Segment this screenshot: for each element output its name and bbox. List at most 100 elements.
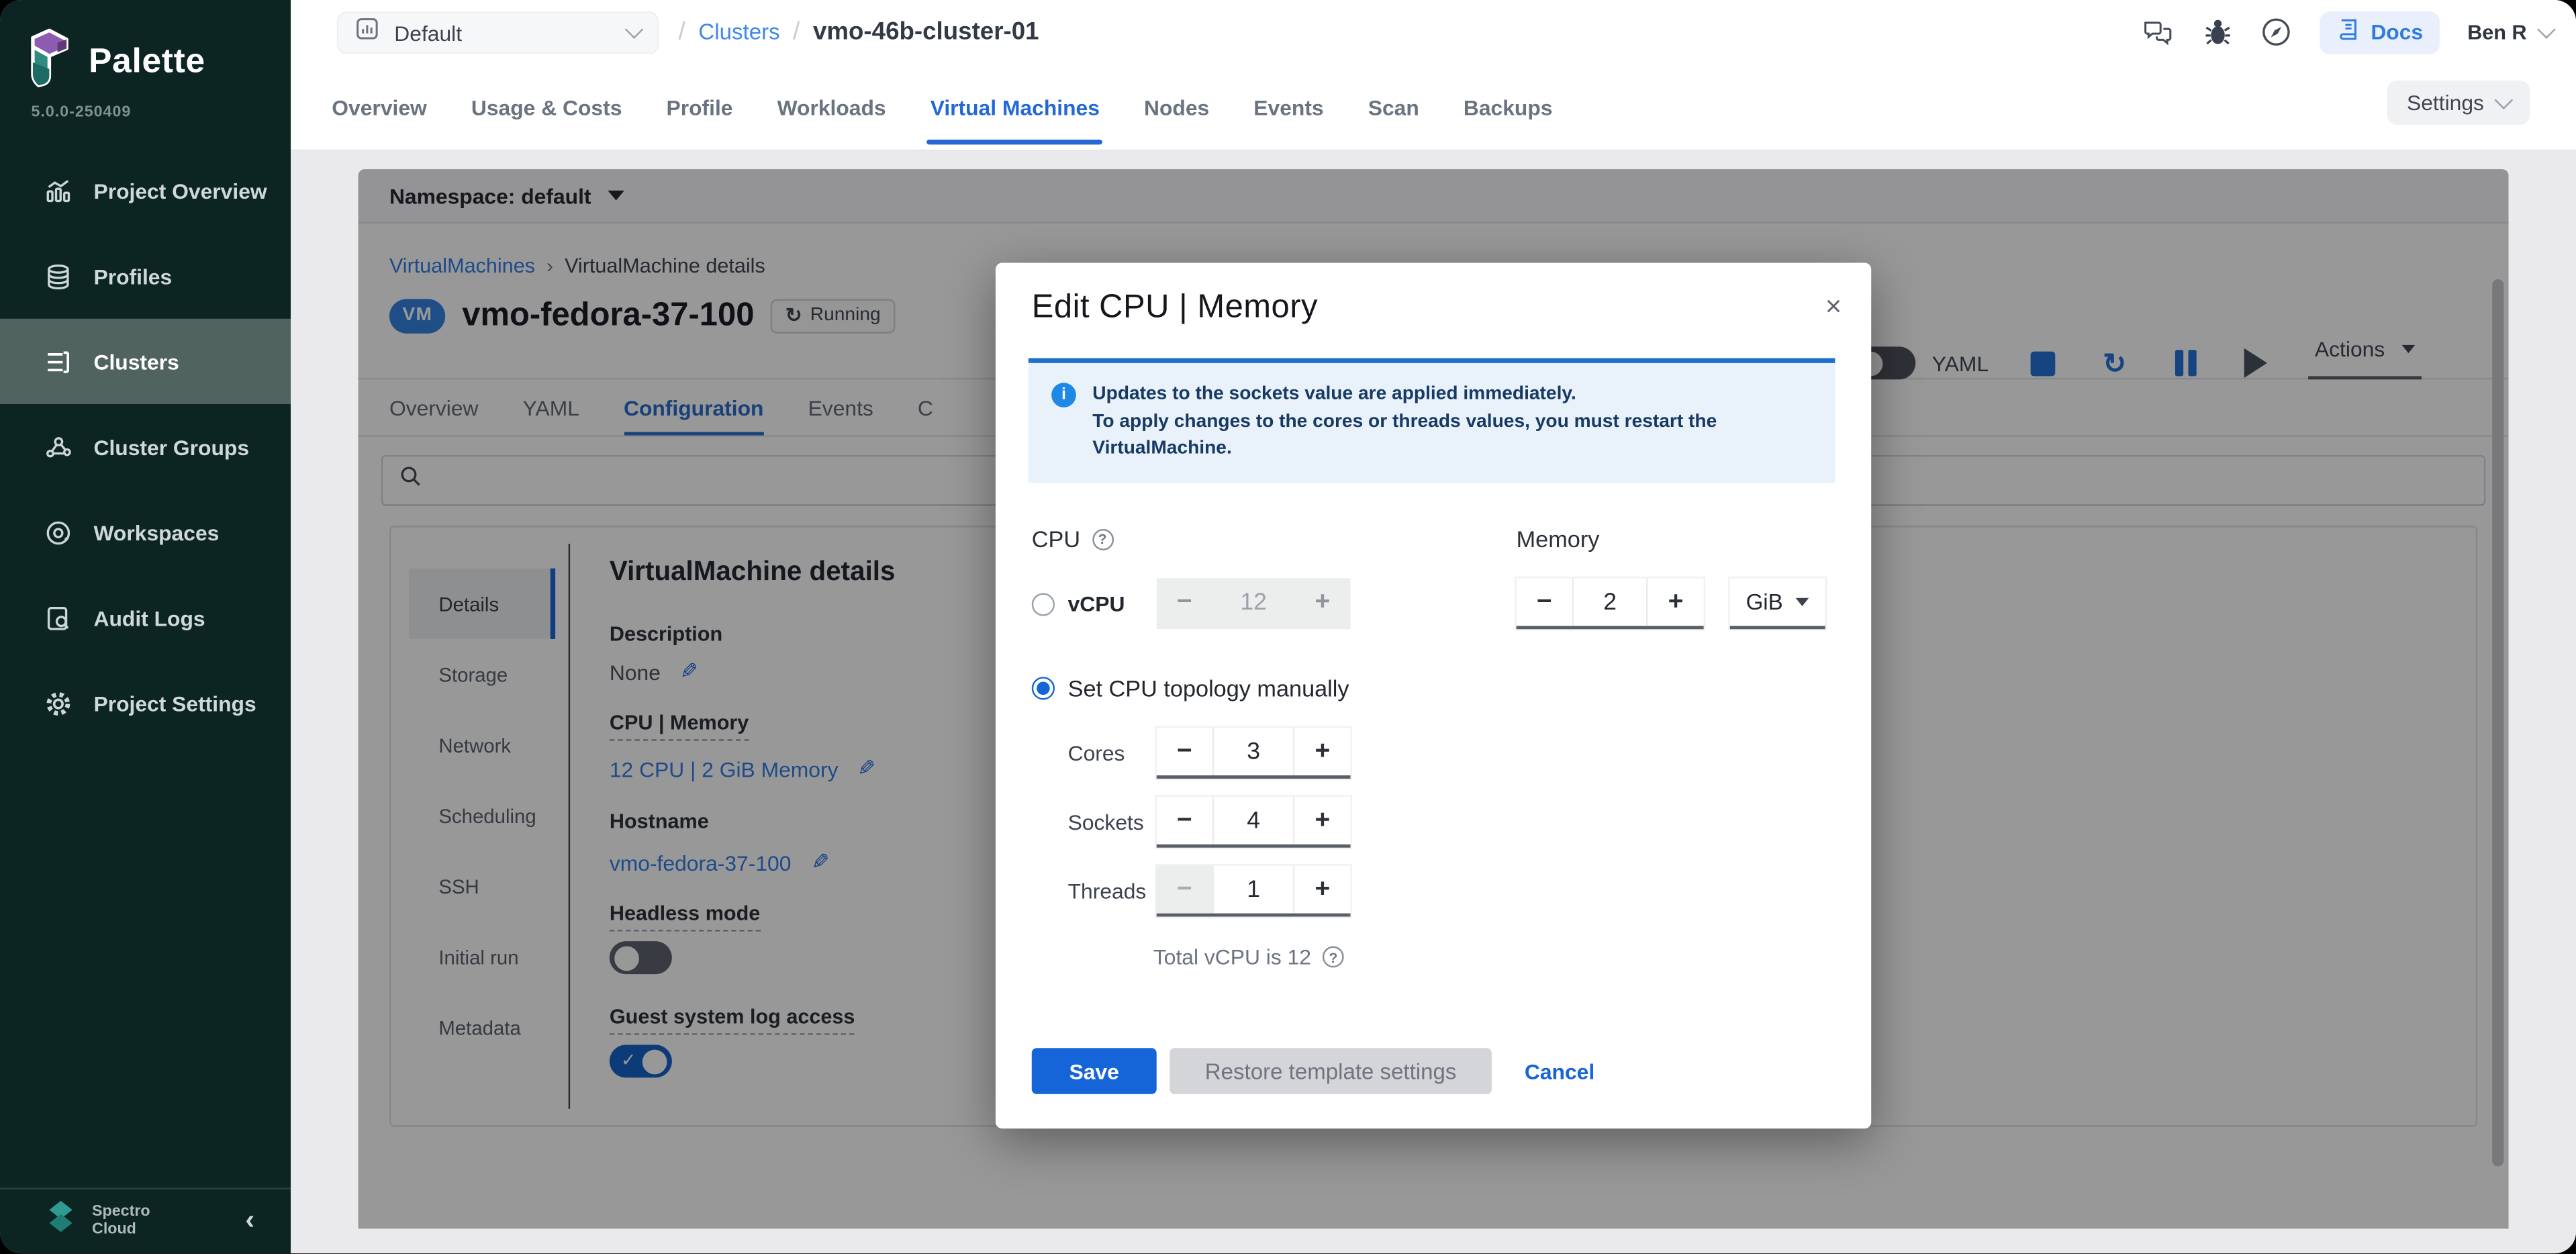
sidebar-item-cluster-groups[interactable]: Cluster Groups [0, 404, 291, 489]
memory-increment-button[interactable]: + [1648, 578, 1703, 626]
virtualmachines-link[interactable]: VirtualMachines [389, 254, 535, 277]
breadcrumb-clusters-link[interactable]: Clusters [698, 19, 779, 44]
tab-backups[interactable]: Backups [1464, 64, 1553, 149]
restore-template-button[interactable]: Restore template settings [1170, 1048, 1492, 1094]
card-scrollbar[interactable] [2492, 279, 2503, 1166]
stop-vm-icon[interactable] [2031, 350, 2056, 375]
cluster-groups-icon [44, 433, 73, 461]
sidebar: Palette 5.0.0-250409 Project Overview [0, 0, 291, 1254]
sidebar-collapse-icon[interactable]: ‹ [245, 1205, 254, 1238]
play-vm-icon[interactable] [2244, 348, 2267, 378]
namespace-selector[interactable]: Namespace: default [358, 169, 2508, 224]
search-icon [399, 465, 422, 496]
vm-badge: VM [389, 298, 446, 332]
description-label: Description [610, 622, 722, 645]
sockets-increment-button[interactable]: + [1294, 797, 1350, 845]
edit-cpu-memory-icon[interactable]: ✎ [858, 756, 876, 782]
sidebar-item-project-settings[interactable]: Project Settings [0, 661, 291, 746]
bug-report-icon[interactable] [2201, 16, 2232, 47]
restart-vm-icon[interactable]: ↻ [2103, 350, 2126, 375]
cpu-memory-value[interactable]: 12 CPU | 2 GiB Memory ✎ [610, 756, 876, 782]
vm-tab-configuration[interactable]: Configuration [624, 379, 764, 435]
settings-button[interactable]: Settings [2387, 81, 2530, 125]
cores-stepper: − 3 + [1157, 728, 1351, 779]
vcpu-decrement-button[interactable]: − [1157, 578, 1212, 626]
sidebar-nav: Project Overview Profiles Clusters [0, 148, 291, 746]
config-nav-initial-run[interactable]: Initial run [409, 922, 555, 992]
cores-decrement-button[interactable]: − [1157, 728, 1212, 775]
sidebar-item-profiles[interactable]: Profiles [0, 233, 291, 318]
content-area: Namespace: default VirtualMachines › Vir… [291, 151, 2576, 1254]
tab-workloads[interactable]: Workloads [777, 64, 886, 149]
tab-events[interactable]: Events [1253, 64, 1323, 149]
config-nav-metadata[interactable]: Metadata [409, 992, 555, 1063]
version-label: 5.0.0-250409 [31, 103, 131, 122]
config-nav-network[interactable]: Network [409, 710, 555, 780]
guest-log-toggle[interactable]: ✓ [610, 1045, 672, 1077]
tab-scan[interactable]: Scan [1368, 64, 1419, 149]
close-icon[interactable]: × [1825, 293, 1842, 321]
edit-description-icon[interactable]: ✎ [680, 659, 698, 685]
sidebar-item-label: Profiles [93, 264, 172, 289]
vcpu-radio[interactable] [1032, 592, 1055, 615]
breadcrumb-current: vmo-46b-cluster-01 [813, 18, 1039, 46]
headless-mode-toggle[interactable] [610, 941, 672, 974]
hostname-value[interactable]: vmo-fedora-37-100 ✎ [610, 849, 829, 875]
actions-dropdown[interactable]: Actions [2308, 328, 2421, 379]
sidebar-item-clusters[interactable]: Clusters [0, 319, 291, 404]
modal-title: Edit CPU | Memory [1032, 289, 1318, 327]
config-nav-ssh[interactable]: SSH [409, 851, 555, 922]
cores-label: Cores [1068, 741, 1125, 766]
book-icon [2336, 16, 2361, 47]
topology-label: Set CPU topology manually [1068, 675, 1349, 702]
profiles-icon [44, 262, 73, 290]
docs-button[interactable]: Docs [2320, 11, 2439, 54]
vcpu-radio-row[interactable]: vCPU [1032, 591, 1125, 616]
memory-decrement-button[interactable]: − [1517, 578, 1572, 626]
threads-decrement-button[interactable]: − [1157, 866, 1212, 914]
project-selector[interactable]: Default [337, 11, 659, 54]
tab-virtual-machines[interactable]: Virtual Machines [931, 64, 1100, 149]
sidebar-item-project-overview[interactable]: Project Overview [0, 148, 291, 233]
config-side-nav: Details Storage Network Scheduling SSH I… [391, 528, 568, 1126]
description-value: None ✎ [610, 659, 698, 685]
memory-unit-select[interactable]: GiB [1730, 578, 1825, 629]
sidebar-item-workspaces[interactable]: Workspaces [0, 489, 291, 575]
vcpu-increment-button[interactable]: + [1294, 578, 1350, 626]
vm-tab-overview[interactable]: Overview [389, 379, 479, 435]
config-nav-scheduling[interactable]: Scheduling [409, 780, 555, 851]
vm-tab-yaml[interactable]: YAML [523, 379, 579, 435]
topology-radio[interactable] [1032, 677, 1055, 700]
total-help-icon[interactable]: ? [1323, 947, 1344, 968]
pause-vm-icon[interactable] [2175, 350, 2197, 376]
check-icon: ✓ [621, 1049, 636, 1070]
tab-nodes[interactable]: Nodes [1144, 64, 1209, 149]
cancel-button[interactable]: Cancel [1525, 1048, 1594, 1094]
sockets-decrement-button[interactable]: − [1157, 797, 1212, 845]
sidebar-item-label: Clusters [93, 349, 179, 374]
audit-logs-icon [44, 604, 73, 632]
vm-tab-events[interactable]: Events [808, 379, 873, 435]
topology-radio-row[interactable]: Set CPU topology manually [1032, 675, 1349, 702]
tab-overview[interactable]: Overview [332, 64, 427, 149]
cpu-help-icon[interactable]: ? [1092, 528, 1113, 550]
tab-profile[interactable]: Profile [666, 64, 732, 149]
config-nav-storage[interactable]: Storage [409, 639, 555, 710]
compass-icon[interactable] [2260, 16, 2291, 47]
workspaces-icon [44, 518, 73, 546]
settings-label: Settings [2407, 91, 2484, 115]
feedback-chat-icon[interactable] [2142, 16, 2173, 47]
save-button[interactable]: Save [1032, 1048, 1157, 1094]
user-name: Ben R [2467, 21, 2526, 44]
threads-increment-button[interactable]: + [1294, 866, 1350, 914]
info-line-2: To apply changes to the cores or threads… [1092, 412, 1717, 459]
user-menu[interactable]: Ben R [2467, 21, 2553, 44]
tab-usage-costs[interactable]: Usage & Costs [471, 64, 622, 149]
headless-mode-label: Headless mode [610, 902, 760, 931]
config-nav-details[interactable]: Details [409, 569, 555, 639]
cores-increment-button[interactable]: + [1294, 728, 1350, 775]
sidebar-item-audit-logs[interactable]: Audit Logs [0, 575, 291, 660]
threads-stepper: − 1 + [1157, 866, 1351, 917]
edit-hostname-icon[interactable]: ✎ [811, 849, 829, 875]
vm-tab-truncated[interactable]: C [918, 379, 933, 435]
